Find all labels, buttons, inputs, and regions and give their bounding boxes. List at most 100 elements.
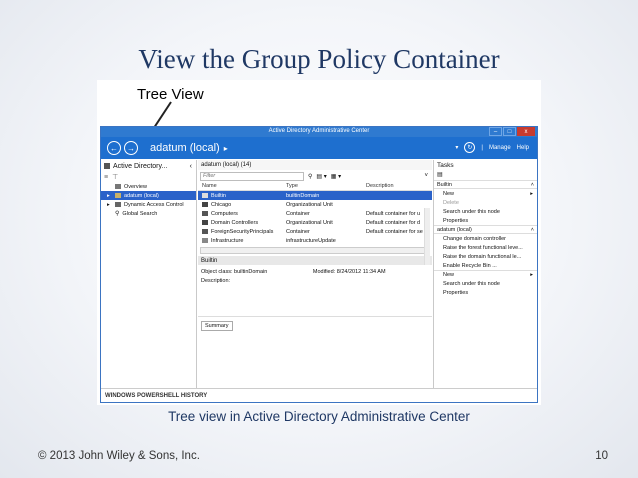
filter-input[interactable] xyxy=(200,171,304,181)
separator: | xyxy=(481,144,483,151)
task-label: New xyxy=(443,190,455,197)
column-name[interactable]: Name xyxy=(198,183,286,189)
row-type: Container xyxy=(286,210,310,217)
table-row[interactable]: Computers Container Default container fo… xyxy=(198,209,432,218)
powershell-history-bar[interactable]: WINDOWS POWERSHELL HISTORY xyxy=(101,388,537,402)
row-type: Organizational Unit xyxy=(286,201,333,208)
container-icon xyxy=(202,193,208,198)
modified-label: Modified: xyxy=(312,269,336,275)
dropdown-chevron-icon[interactable]: ▾ xyxy=(455,144,458,151)
row-type: builtinDomain xyxy=(286,192,320,199)
row-name: Infrastructure xyxy=(211,237,244,244)
container-icon xyxy=(202,211,208,216)
clipboard-icon[interactable]: ▤ xyxy=(434,171,537,180)
table-row[interactable]: Infrastructure infrastructureUpdate xyxy=(198,236,432,245)
collapse-icon[interactable]: ˄ xyxy=(531,182,534,188)
tree-item-dynamic-access-control[interactable]: ▸ Dynamic Access Control xyxy=(101,200,196,209)
folder-icon xyxy=(115,202,121,207)
tree-view-tab-icon[interactable]: ⊤ xyxy=(112,173,118,181)
vertical-scrollbar[interactable] xyxy=(424,208,430,265)
task-label: Raise the forest functional leve... xyxy=(443,244,523,251)
table-row[interactable]: ForeignSecurityPrincipals Container Defa… xyxy=(198,227,432,236)
row-name: Domain Controllers xyxy=(211,219,259,226)
close-button[interactable]: x xyxy=(517,127,535,136)
back-button[interactable]: ← xyxy=(107,141,121,155)
refresh-button[interactable]: ↻ xyxy=(464,142,476,153)
task-delete[interactable]: Delete xyxy=(434,198,537,207)
summary-tab[interactable]: Summary xyxy=(201,321,233,331)
row-description: Default container for se xyxy=(366,228,423,235)
column-type[interactable]: Type xyxy=(286,183,366,189)
task-label: Search under this node xyxy=(443,208,500,215)
task-raise-domain[interactable]: Raise the domain functional le... xyxy=(434,252,537,261)
row-type: Container xyxy=(286,228,310,235)
breadcrumb[interactable]: adatum (local) xyxy=(150,142,220,154)
task-label: Properties xyxy=(443,289,469,296)
collapse-pane-icon[interactable]: ‹ xyxy=(190,163,192,170)
row-type: Organizational Unit xyxy=(286,219,333,226)
collapse-icon[interactable]: ˄ xyxy=(531,227,534,233)
tasks-title: Tasks xyxy=(437,162,454,169)
task-label: Delete xyxy=(443,199,459,206)
filter-options-icon[interactable]: ▦ ▾ xyxy=(331,173,341,180)
task-label: Enable Recycle Bin ... xyxy=(443,262,497,269)
search-icon[interactable]: ⚲ xyxy=(308,173,312,180)
tree-item-adatum-local[interactable]: ▸ adatum (local) xyxy=(101,191,196,200)
column-description[interactable]: Description xyxy=(366,183,426,189)
task-label: Change domain controller xyxy=(443,235,506,242)
manage-menu[interactable]: Manage xyxy=(489,145,511,151)
task-properties[interactable]: Properties xyxy=(434,288,537,297)
window-title: Active Directory Administrative Center xyxy=(268,128,370,134)
infrastructure-icon xyxy=(202,238,208,243)
table-row[interactable]: Chicago Organizational Unit xyxy=(198,200,432,209)
window-titlebar: Active Directory Administrative Center –… xyxy=(101,127,537,137)
expand-icon[interactable]: ˅ xyxy=(424,173,428,179)
row-name: ForeignSecurityPrincipals xyxy=(211,228,274,235)
task-enable-recycle-bin[interactable]: Enable Recycle Bin ... xyxy=(434,261,537,270)
tree-item-overview[interactable]: Overview xyxy=(101,182,196,191)
navigation-icon xyxy=(104,163,110,169)
task-raise-forest[interactable]: Raise the forest functional leve... xyxy=(434,243,537,252)
slide-caption: Tree view in Active Directory Administra… xyxy=(168,409,470,424)
tree-item-global-search[interactable]: ⚲ Global Search xyxy=(101,209,196,218)
task-search-under-node[interactable]: Search under this node xyxy=(434,207,537,216)
task-label: New xyxy=(443,272,455,278)
help-menu[interactable]: Help xyxy=(517,145,529,151)
tree-expander-icon[interactable]: ▸ xyxy=(107,202,112,208)
tasks-group-label: adatum (local) xyxy=(437,226,472,233)
tree-item-label: Global Search xyxy=(122,210,158,217)
row-description: Default container for u xyxy=(366,210,421,217)
task-change-dc[interactable]: Change domain controller xyxy=(434,234,537,243)
forward-button[interactable]: → xyxy=(124,141,138,155)
ou-icon xyxy=(202,220,208,225)
task-label: Raise the domain functional le... xyxy=(443,253,522,260)
task-new[interactable]: New ▸ xyxy=(434,270,537,279)
table-row[interactable]: Builtin builtinDomain xyxy=(198,191,432,200)
container-icon xyxy=(202,229,208,234)
slide-title: View the Group Policy Container xyxy=(138,44,500,74)
horizontal-scrollbar[interactable] xyxy=(200,247,430,254)
submenu-arrow-icon: ▸ xyxy=(530,190,533,197)
row-name: Computers xyxy=(211,210,238,217)
row-name: Chicago xyxy=(211,201,232,208)
task-new[interactable]: New ▸ xyxy=(434,189,537,198)
tree-expander-icon[interactable]: ▸ xyxy=(107,193,112,199)
tasks-group-adatum[interactable]: adatum (local) ˄ xyxy=(434,225,537,234)
modified-value: 8/24/2012 11:34 AM xyxy=(336,269,386,275)
task-search-under-node[interactable]: Search under this node xyxy=(434,279,537,288)
tasks-group-builtin[interactable]: Builtin ˄ xyxy=(434,180,537,189)
task-properties[interactable]: Properties xyxy=(434,216,537,225)
minimize-button[interactable]: – xyxy=(489,127,502,136)
tasks-group-label: Builtin xyxy=(437,181,452,188)
task-label: Search under this node xyxy=(443,280,500,287)
list-view-tab-icon[interactable]: ≡ xyxy=(104,174,108,181)
navigation-bar: ← → adatum (local) ▸ ▾ ↻ | Manage Help xyxy=(101,137,537,159)
breadcrumb-chevron-icon[interactable]: ▸ xyxy=(224,144,228,153)
ou-icon xyxy=(202,202,208,207)
description-label: Description: xyxy=(201,278,231,284)
navigation-pane-title: Active Directory... xyxy=(113,162,168,170)
maximize-button[interactable]: □ xyxy=(503,127,516,136)
view-options-icon[interactable]: ▤ ▾ xyxy=(316,173,326,180)
table-row[interactable]: Domain Controllers Organizational Unit D… xyxy=(198,218,432,227)
refresh-icon: ↻ xyxy=(467,145,473,151)
